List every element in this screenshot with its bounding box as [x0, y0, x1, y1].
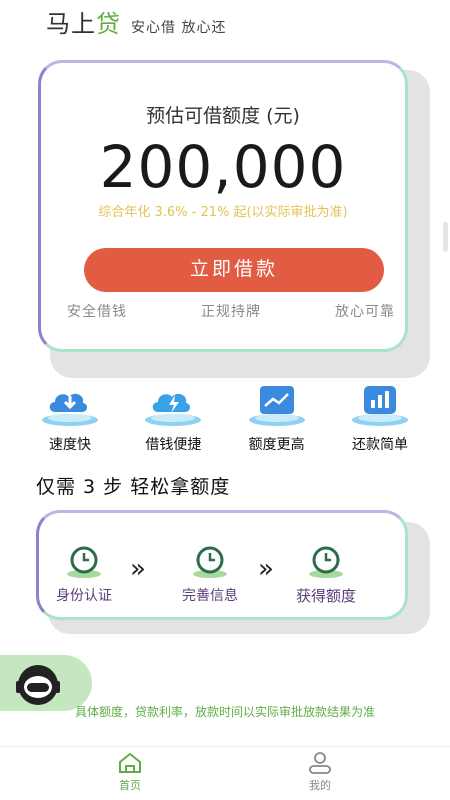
home-icon — [119, 752, 141, 773]
tab-mine[interactable]: 我的 — [290, 751, 350, 793]
customer-service-icon — [16, 665, 60, 705]
step-label: 身份认证 — [56, 588, 112, 604]
feature-label: 速度快 — [49, 437, 91, 453]
trend-chart-icon — [246, 380, 308, 428]
step-label: 完善信息 — [182, 588, 238, 604]
quota-amount: 200,000 — [99, 133, 347, 201]
download-cloud-icon — [39, 380, 101, 428]
user-icon — [309, 752, 331, 774]
feature-row: 速度快 借钱便捷 额度更高 还款简单 — [20, 380, 430, 454]
clock-icon — [67, 546, 101, 578]
step-label: 获得额度 — [296, 587, 357, 605]
feature-convenient[interactable]: 借钱便捷 — [123, 380, 223, 454]
disclaimer: 具体额度，贷款利率，放款时间以实际审批放款结果为准 — [74, 705, 375, 719]
assurance-list: 安全借钱 正规持牌 放心可靠 — [67, 301, 395, 321]
quota-card: 预估可借额度 (元) 200,000 综合年化 3.6% - 21% 起(以实际… — [38, 60, 408, 352]
clock-icon — [193, 546, 227, 578]
rate-note: 综合年化 3.6% - 21% 起(以实际审批为准) — [98, 205, 348, 220]
feature-label: 借钱便捷 — [145, 437, 202, 453]
clock-icon — [309, 546, 343, 578]
feature-easy-repay[interactable]: 还款简单 — [330, 380, 430, 454]
bottom-tab-bar: 首页 我的 — [0, 746, 450, 800]
feature-label: 额度更高 — [248, 437, 305, 453]
borrow-now-button[interactable]: 立即借款 — [84, 248, 384, 292]
assurance-safe: 安全借钱 — [67, 304, 127, 320]
app-header: 马上贷 安心借 放心还 — [46, 4, 226, 44]
slogan: 安心借 放心还 — [131, 20, 227, 36]
tab-label: 首页 — [119, 779, 141, 792]
tab-home[interactable]: 首页 — [100, 751, 160, 793]
tab-label: 我的 — [309, 779, 331, 792]
feature-higher-limit[interactable]: 额度更高 — [227, 380, 327, 454]
assurance-reliable: 放心可靠 — [335, 304, 395, 320]
step-identity[interactable]: 身份认证 — [56, 545, 112, 605]
step-arrow: » — [130, 554, 146, 584]
step-get-quota[interactable]: 获得额度 — [296, 545, 356, 606]
bar-chart-icon — [349, 380, 411, 428]
feature-speed[interactable]: 速度快 — [20, 380, 120, 454]
scrollbar[interactable] — [443, 222, 448, 252]
lightning-cloud-icon — [142, 380, 204, 428]
quota-title: 预估可借额度 (元) — [146, 105, 300, 127]
step-arrow: » — [258, 554, 274, 584]
feature-label: 还款简单 — [351, 437, 408, 453]
assurance-licensed: 正规持牌 — [201, 304, 261, 320]
step-complete-info[interactable]: 完善信息 — [182, 545, 238, 605]
brand-logo: 马上贷 — [46, 10, 121, 38]
steps-title: 仅需 3 步 轻松拿额度 — [36, 476, 231, 498]
